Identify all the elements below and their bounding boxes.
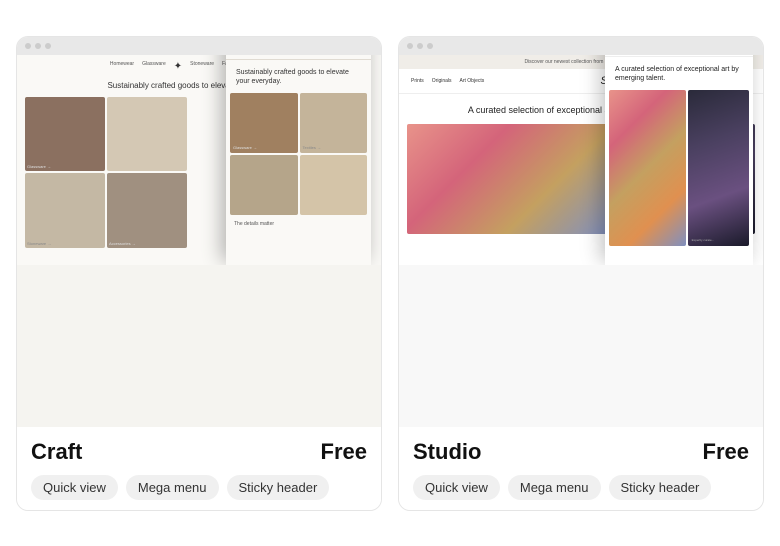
nav-item: Stoneware — [190, 61, 214, 72]
studio-mobile-art-1 — [609, 90, 686, 246]
craft-tag-2[interactable]: Sticky header — [227, 475, 330, 500]
studio-theme-name: Studio — [413, 439, 481, 465]
studio-theme-preview: Discover our newest collection from Laia… — [399, 37, 763, 427]
craft-mobile-img-3 — [230, 155, 298, 215]
studio-tag-1[interactable]: Mega menu — [508, 475, 601, 500]
craft-theme-tags: Quick view Mega menu Sticky header — [31, 475, 367, 500]
studio-browser-bar — [399, 37, 763, 55]
browser-dot-3 — [45, 43, 51, 49]
craft-mobile-overlay: 9:41 ●●● Check out our latest handied co… — [226, 95, 371, 250]
craft-mobile-img-2: Textiles → — [300, 95, 368, 153]
craft-mobile-grid: Glassware → Textiles → — [226, 95, 371, 217]
craft-theme-card[interactable]: Homewear Glassware ✦ Stoneware Fabrics T… — [16, 36, 382, 511]
studio-mobile-art-2: Expertly curate... — [688, 90, 749, 246]
craft-browser-bar — [17, 37, 381, 55]
studio-mobile-overlay: 9:41●●● Discover our newest collection f… — [605, 55, 753, 265]
studio-desktop-view: Discover our newest collection from Laia… — [399, 55, 763, 265]
browser-dot-2 — [35, 43, 41, 49]
craft-name-row: Craft Free — [31, 439, 367, 465]
craft-tag-1[interactable]: Mega menu — [126, 475, 219, 500]
studio-mobile-art-caption: Expertly curate... — [692, 238, 715, 242]
craft-theme-price: Free — [321, 439, 367, 465]
craft-details-text: The details matter — [226, 217, 371, 231]
studio-nav-item: Art Objects — [460, 78, 485, 84]
studio-theme-info: Studio Free Quick view Mega menu Sticky … — [399, 427, 763, 510]
studio-theme-price: Free — [703, 439, 749, 465]
craft-theme-info: Craft Free Quick view Mega menu Sticky h… — [17, 427, 381, 510]
studio-name-row: Studio Free — [413, 439, 749, 465]
craft-mobile-img-4 — [300, 155, 368, 215]
craft-theme-name: Craft — [31, 439, 82, 465]
browser-dot-1 — [407, 43, 413, 49]
craft-desktop-view: Homewear Glassware ✦ Stoneware Fabrics T… — [17, 55, 381, 265]
browser-dot-1 — [25, 43, 31, 49]
studio-theme-tags: Quick view Mega menu Sticky header — [413, 475, 749, 500]
craft-mobile-img-1: Glassware → — [230, 95, 298, 153]
browser-dot-2 — [417, 43, 423, 49]
nav-item: Homewear — [110, 61, 134, 72]
grid-label: Stoneware → — [27, 241, 51, 246]
craft-theme-preview: Homewear Glassware ✦ Stoneware Fabrics T… — [17, 37, 381, 427]
nav-item: Glassware — [142, 61, 166, 72]
grid-label: Glassware → — [27, 164, 51, 169]
nav-star-logo: ✦ — [174, 61, 182, 72]
studio-mobile-hero: A curated selection of exceptional art b… — [605, 57, 753, 89]
browser-dot-3 — [427, 43, 433, 49]
studio-theme-card[interactable]: Discover our newest collection from Laia… — [398, 36, 764, 511]
studio-tag-0[interactable]: Quick view — [413, 475, 500, 500]
grid-label: Accessories → — [109, 241, 136, 246]
studio-mobile-art: Expertly curate... — [605, 88, 753, 248]
studio-nav-item: Originals — [432, 78, 452, 84]
studio-art-img-1 — [407, 124, 609, 234]
craft-tag-0[interactable]: Quick view — [31, 475, 118, 500]
themes-container: Homewear Glassware ✦ Stoneware Fabrics T… — [0, 20, 780, 527]
studio-nav-item: Prints — [411, 78, 424, 84]
studio-nav-links: Prints Originals Art Objects — [411, 78, 484, 84]
studio-tag-2[interactable]: Sticky header — [609, 475, 712, 500]
